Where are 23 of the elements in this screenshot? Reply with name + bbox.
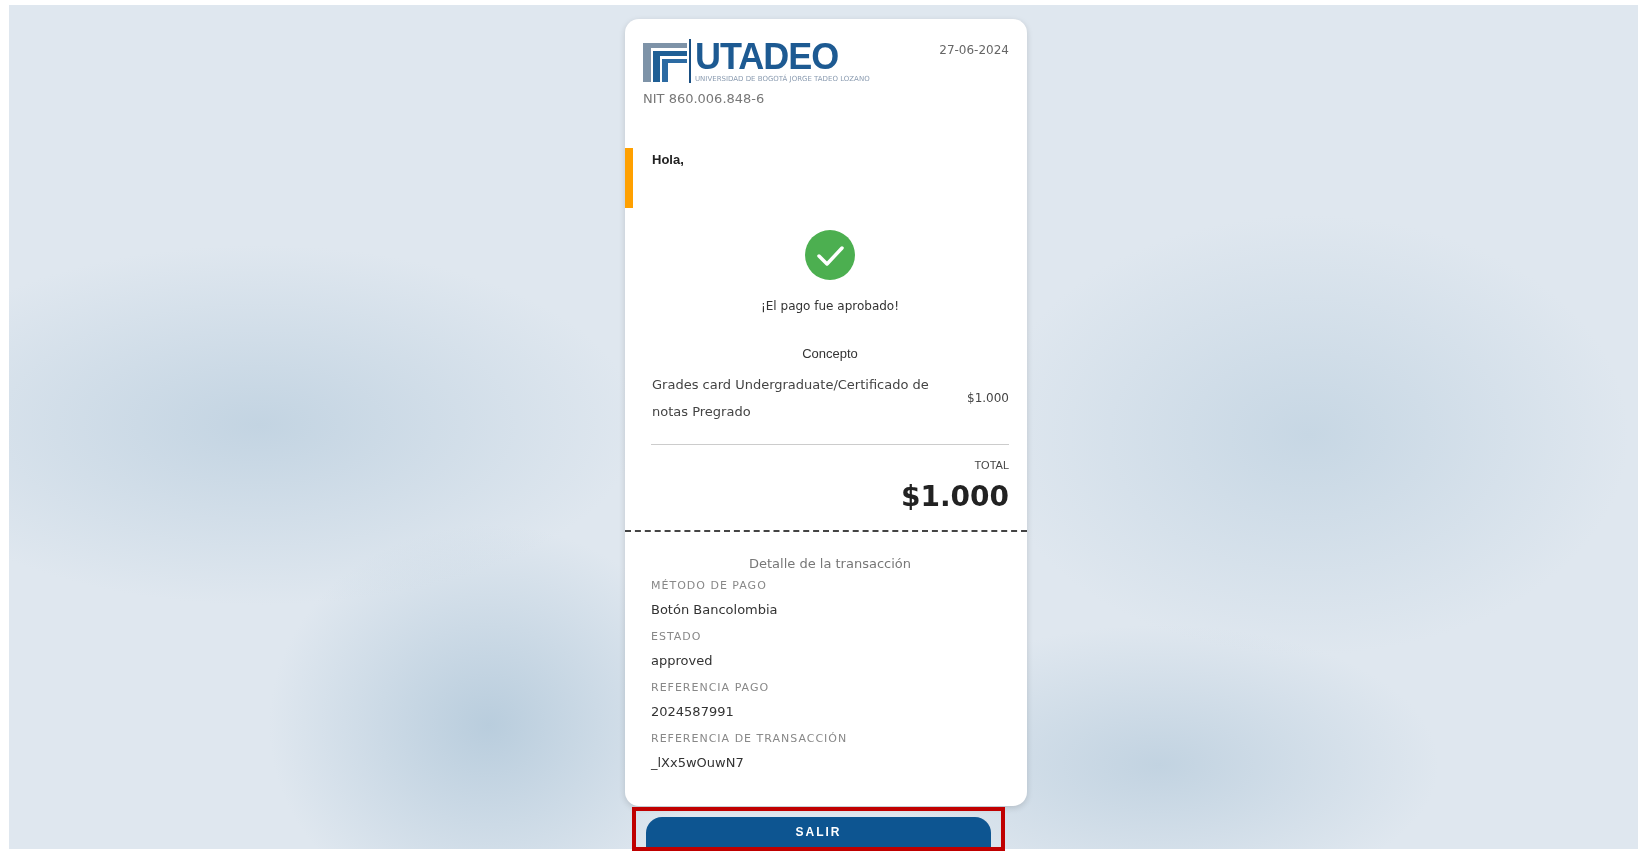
concept-amount: $1.000 bbox=[967, 391, 1009, 405]
field-label: ESTADO bbox=[651, 629, 703, 645]
field-value: approved bbox=[651, 652, 714, 670]
receipt-date: 27-06-2024 bbox=[939, 43, 1009, 57]
field-label: REFERENCIA PAGO bbox=[651, 680, 771, 696]
field-label: REFERENCIA DE TRANSACCIÓN bbox=[651, 731, 849, 747]
total-label: TOTAL bbox=[973, 459, 1009, 471]
field-value: 2024587991 bbox=[651, 703, 735, 721]
field-value: Botón Bancolombia bbox=[651, 601, 779, 619]
logo-mark-icon bbox=[643, 39, 691, 83]
field-value: _lXx5wOuwN7 bbox=[651, 754, 745, 772]
concept-description: Grades card Undergraduate/Certificado de notas Pregrado bbox=[652, 376, 930, 421]
logo-wordmark: UTADEO bbox=[695, 39, 840, 75]
concept-heading: Concepto bbox=[801, 346, 859, 361]
greeting-text: Hola, bbox=[652, 152, 684, 168]
details-heading: Detalle de la transacción bbox=[748, 556, 912, 571]
status-message: ¡El pago fue aprobado! bbox=[760, 299, 899, 313]
field-label: MÉTODO DE PAGO bbox=[651, 578, 768, 594]
total-amount: $1.000 bbox=[899, 480, 1009, 513]
tax-id: NIT 860.006.848-6 bbox=[642, 91, 766, 106]
accent-bar bbox=[625, 148, 633, 208]
success-check-icon bbox=[805, 230, 855, 280]
exit-button[interactable]: SALIR bbox=[646, 817, 991, 847]
